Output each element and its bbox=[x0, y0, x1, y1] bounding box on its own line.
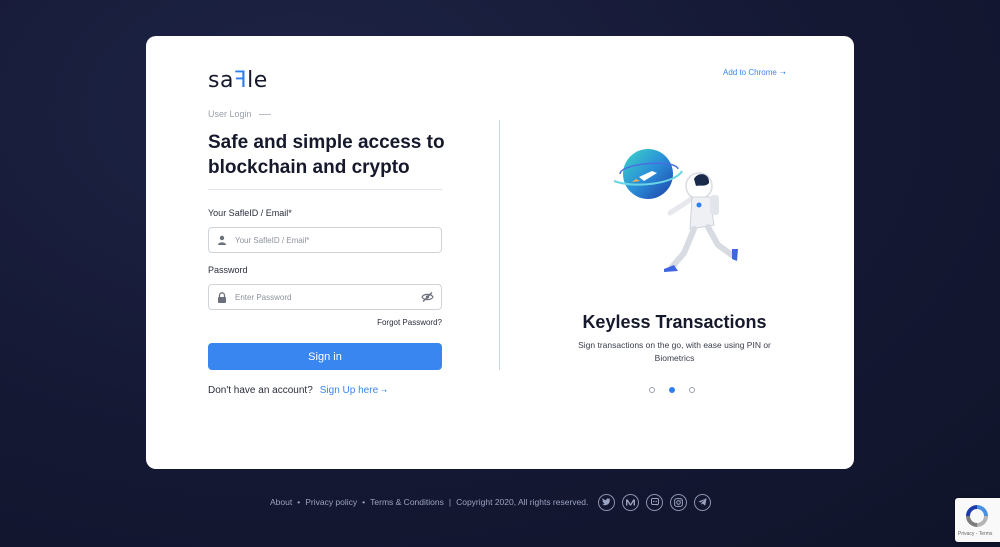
id-field-label: Your SafleID / Email* bbox=[208, 208, 292, 218]
slide-description: Sign transactions on the go, with ease u… bbox=[578, 340, 771, 363]
footer-copyright: Copyright 2020, All rights reserved. bbox=[456, 497, 589, 507]
footer-privacy-link[interactable]: Privacy policy bbox=[305, 497, 357, 507]
footer: About • Privacy policy • Terms & Conditi… bbox=[270, 492, 712, 512]
sign-in-button[interactable]: Sign in bbox=[208, 343, 442, 370]
tag-dash bbox=[258, 113, 271, 115]
arrow-right-icon: ➝ bbox=[381, 387, 388, 395]
social-links bbox=[598, 493, 712, 511]
no-account-text: Don't have an account? bbox=[208, 385, 313, 396]
footer-bullet: • bbox=[297, 497, 301, 507]
add-to-chrome-link[interactable]: Add to Chrome ➝ bbox=[723, 68, 786, 77]
forgot-password-link[interactable]: Forgot Password? bbox=[346, 318, 442, 327]
user-login-tag: User Login bbox=[208, 109, 271, 119]
login-card: saꟻle User Login Safe and simple access … bbox=[146, 36, 854, 469]
recaptcha-text: Privacy - Terms bbox=[958, 531, 993, 537]
footer-separator: | bbox=[448, 497, 452, 507]
safle-logo: saꟻle bbox=[208, 68, 268, 93]
password-input[interactable] bbox=[235, 292, 413, 302]
carousel-dot-2[interactable] bbox=[669, 387, 675, 393]
footer-about-link[interactable]: About bbox=[270, 497, 292, 507]
recaptcha-badge[interactable]: Privacy - Terms bbox=[955, 498, 1000, 542]
lock-icon bbox=[209, 291, 235, 303]
password-field-label: Password bbox=[208, 265, 248, 275]
eye-off-icon[interactable] bbox=[413, 292, 441, 302]
headline-divider bbox=[208, 189, 442, 190]
add-to-chrome-label: Add to Chrome bbox=[723, 68, 777, 77]
arrow-right-icon: ➝ bbox=[779, 69, 786, 77]
telegram-icon[interactable] bbox=[694, 493, 712, 511]
footer-bullet: • bbox=[362, 497, 366, 507]
carousel-dot-1[interactable] bbox=[649, 387, 655, 393]
recaptcha-icon bbox=[963, 503, 991, 534]
user-icon bbox=[209, 235, 235, 245]
id-input[interactable] bbox=[235, 235, 441, 245]
discord-icon[interactable] bbox=[646, 493, 664, 511]
sign-up-link[interactable]: Sign Up here bbox=[320, 385, 378, 396]
vertical-divider bbox=[499, 120, 500, 370]
astronaut-planet-illustration bbox=[613, 149, 738, 272]
page-title: Safe and simple access to blockchain and… bbox=[208, 132, 445, 178]
carousel-dots bbox=[649, 387, 695, 393]
signup-row: Don't have an account? Sign Up here ➝ bbox=[208, 385, 387, 396]
user-login-label: User Login bbox=[208, 109, 252, 119]
medium-icon[interactable] bbox=[622, 493, 640, 511]
footer-terms-link[interactable]: Terms & Conditions bbox=[370, 497, 444, 507]
carousel-dot-3[interactable] bbox=[689, 387, 695, 393]
id-input-box[interactable] bbox=[208, 227, 442, 253]
instagram-icon[interactable] bbox=[670, 493, 688, 511]
slide-title: Keyless Transactions bbox=[582, 312, 767, 332]
twitter-icon[interactable] bbox=[598, 493, 616, 511]
password-input-box[interactable] bbox=[208, 284, 442, 310]
